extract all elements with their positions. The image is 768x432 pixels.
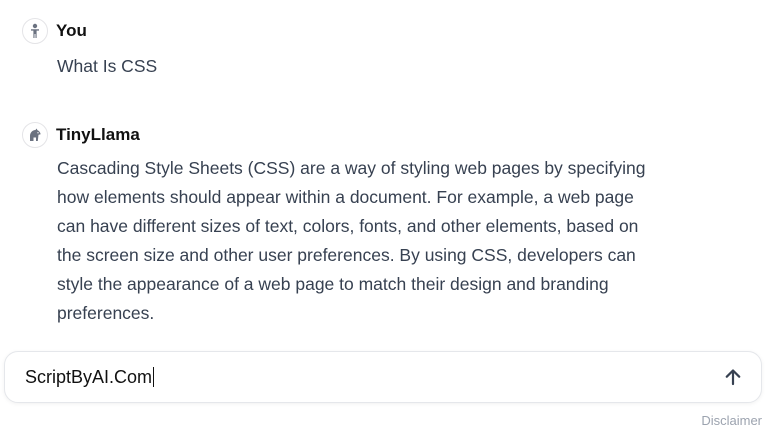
message-line: can have different sizes of text, colors… <box>57 216 639 236</box>
user-avatar <box>22 18 48 44</box>
llama-icon <box>30 128 41 141</box>
chat-page: You What Is CSS TinyLlama Cascading Styl… <box>0 0 768 432</box>
message-header: TinyLlama <box>22 122 657 148</box>
message-author: TinyLlama <box>56 125 140 144</box>
message-line: preferences. <box>57 303 155 323</box>
message-text: Cascading Style Sheets (CSS) are a way o… <box>57 154 657 328</box>
assistant-message: TinyLlama Cascading Style Sheets (CSS) a… <box>22 122 657 328</box>
disclaimer-link[interactable]: Disclaimer <box>701 413 762 428</box>
message-line: the screen size and other user preferenc… <box>57 245 636 265</box>
arrow-up-icon <box>725 369 741 386</box>
person-icon <box>31 23 39 38</box>
message-line: style the appearance of a web page to ma… <box>57 274 609 294</box>
user-message: You What Is CSS <box>22 18 158 81</box>
message-header: You <box>22 18 157 44</box>
message-author: You <box>56 21 87 40</box>
message-composer: ScriptByAI.Com <box>4 351 762 403</box>
message-text: What Is CSS <box>57 56 158 76</box>
text-caret <box>153 367 155 387</box>
message-input[interactable]: ScriptByAI.Com <box>5 367 715 388</box>
message-line: how elements should appear within a docu… <box>57 187 634 207</box>
message-line: Cascading Style Sheets (CSS) are a way o… <box>57 158 646 178</box>
send-button[interactable] <box>715 359 751 395</box>
message-input-value: ScriptByAI.Com <box>25 366 153 387</box>
assistant-avatar <box>22 122 48 148</box>
